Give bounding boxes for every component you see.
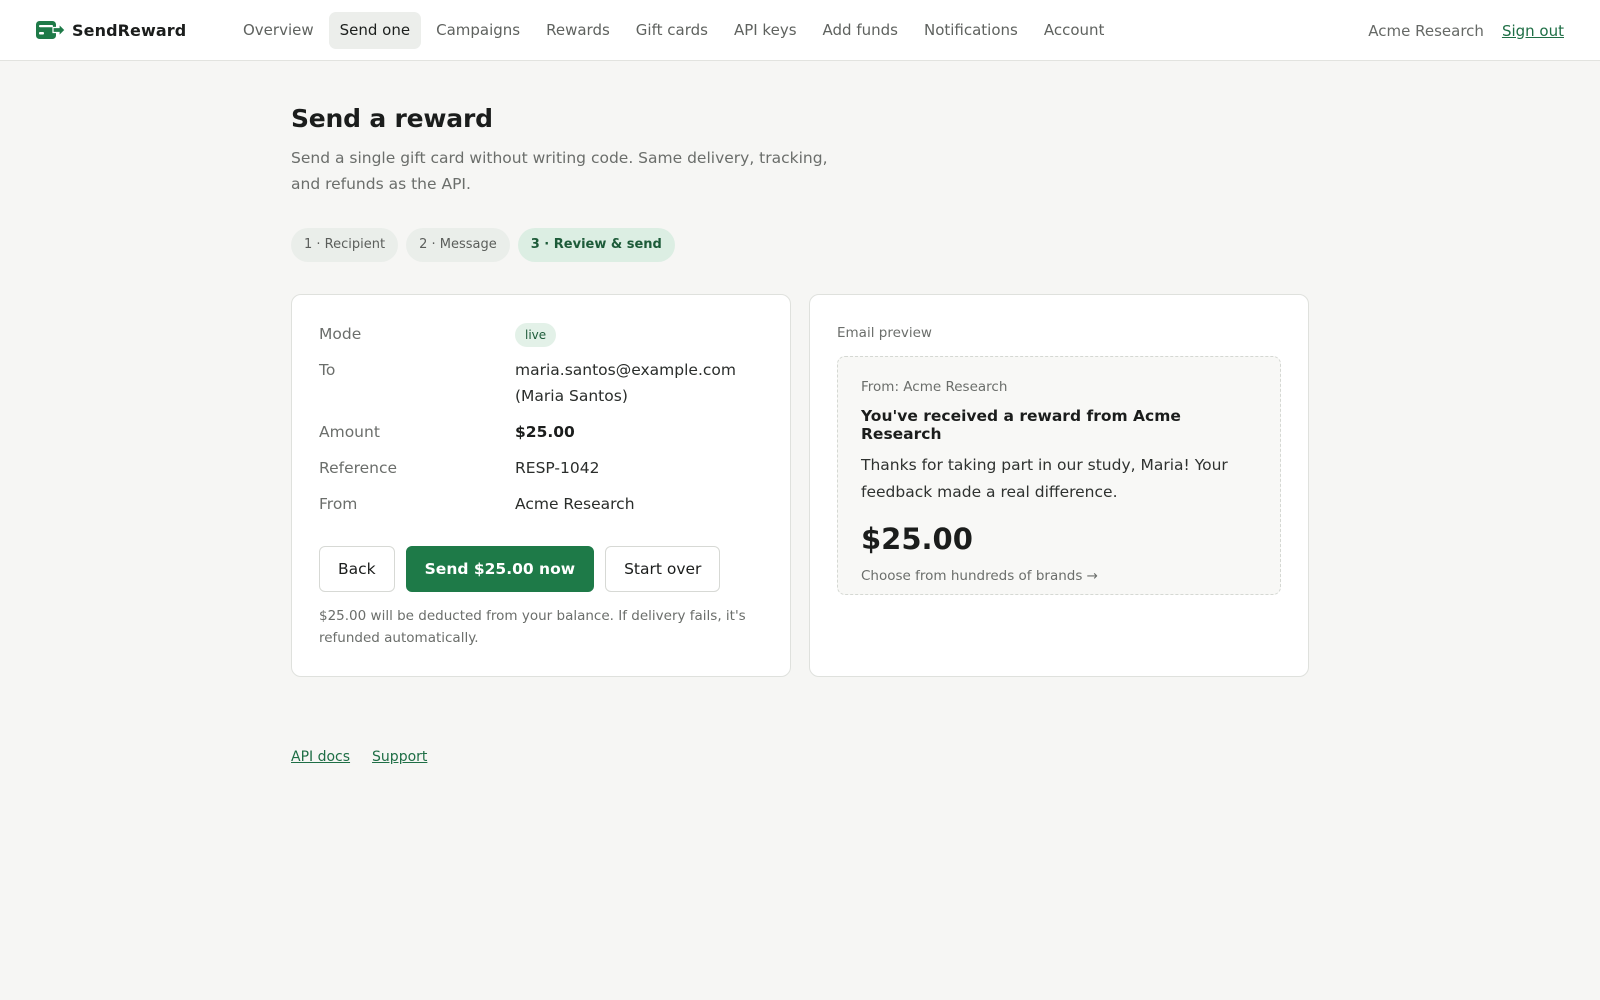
mode-label: Mode bbox=[319, 325, 362, 343]
step-review-send: 3 · Review & send bbox=[517, 228, 675, 262]
recipient-email: maria.santos@example.com bbox=[515, 361, 736, 379]
nav-account[interactable]: Account bbox=[1033, 12, 1116, 49]
start-over-button[interactable]: Start over bbox=[605, 546, 721, 592]
api-docs-link[interactable]: API docs bbox=[291, 749, 350, 765]
recipient-name: (Maria Santos) bbox=[515, 387, 628, 405]
reference-label: Reference bbox=[319, 459, 398, 477]
amount-value: $25.00 bbox=[515, 423, 575, 441]
email-preview-label: Email preview bbox=[837, 325, 932, 341]
back-button[interactable]: Back bbox=[319, 546, 395, 592]
amount-label: Amount bbox=[319, 423, 380, 441]
nav-overview[interactable]: Overview bbox=[232, 12, 325, 49]
main-nav: Overview Send one Campaigns Rewards Gift… bbox=[232, 11, 1116, 49]
nav-rewards[interactable]: Rewards bbox=[535, 12, 621, 49]
nav-api-keys[interactable]: API keys bbox=[723, 12, 808, 49]
page-title: Send a reward bbox=[291, 104, 493, 133]
brand[interactable]: SendReward bbox=[36, 20, 232, 40]
card-arrow-icon bbox=[36, 20, 65, 40]
review-section: Mode live To maria.santos@example.com (M… bbox=[291, 294, 1309, 677]
nav-campaigns[interactable]: Campaigns bbox=[425, 12, 531, 49]
review-actions: Back Send $25.00 now Start over bbox=[319, 546, 721, 592]
reference-row: Reference RESP-1042 bbox=[319, 455, 759, 481]
email-cta-link[interactable]: Choose from hundreds of brands → bbox=[861, 568, 1257, 584]
to-label: To bbox=[319, 361, 336, 379]
from-row: From Acme Research bbox=[319, 491, 759, 517]
page-subtitle: Send a single gift card without writing … bbox=[291, 149, 828, 193]
step-indicator: 1 · Recipient 2 · Message 3 · Review & s… bbox=[291, 228, 1309, 262]
account-area: Acme Research Sign out bbox=[1368, 0, 1564, 61]
main-content: Send a reward Send a single gift card wi… bbox=[291, 104, 1309, 677]
top-navigation-bar: SendReward Overview Send one Campaigns R… bbox=[0, 0, 1600, 61]
amount-row: Amount $25.00 bbox=[319, 419, 759, 445]
to-row: To maria.santos@example.com (Maria Santo… bbox=[319, 357, 759, 409]
nav-add-funds[interactable]: Add funds bbox=[812, 12, 909, 49]
brand-name: SendReward bbox=[72, 20, 187, 40]
email-preview: From: Acme Research You've received a re… bbox=[837, 356, 1281, 595]
step-message[interactable]: 2 · Message bbox=[406, 228, 510, 262]
email-from: From: Acme Research bbox=[861, 379, 1008, 395]
from-label: From bbox=[319, 495, 358, 513]
email-amount: $25.00 bbox=[861, 522, 973, 556]
support-link[interactable]: Support bbox=[372, 749, 427, 765]
reference-value: RESP-1042 bbox=[515, 459, 600, 477]
mode-row: Mode live bbox=[319, 321, 759, 347]
sign-out-link[interactable]: Sign out bbox=[1502, 22, 1564, 40]
nav-send-one[interactable]: Send one bbox=[328, 11, 422, 49]
mode-badge: live bbox=[515, 323, 557, 347]
nav-notifications[interactable]: Notifications bbox=[913, 12, 1029, 49]
footer: API docs Support bbox=[291, 749, 427, 765]
email-body: Thanks for taking part in our study, Mar… bbox=[861, 456, 1228, 501]
organization-name: Acme Research bbox=[1368, 21, 1484, 40]
nav-gift-cards[interactable]: Gift cards bbox=[625, 12, 719, 49]
review-card: Mode live To maria.santos@example.com (M… bbox=[291, 294, 791, 677]
email-subject: You've received a reward from Acme Resea… bbox=[861, 407, 1181, 443]
email-preview-card: Email preview From: Acme Research You've… bbox=[809, 294, 1309, 677]
balance-note: $25.00 will be deducted from your balanc… bbox=[319, 608, 746, 646]
step-recipient[interactable]: 1 · Recipient bbox=[291, 228, 399, 262]
from-value: Acme Research bbox=[515, 495, 635, 513]
send-now-button[interactable]: Send $25.00 now bbox=[405, 546, 595, 592]
